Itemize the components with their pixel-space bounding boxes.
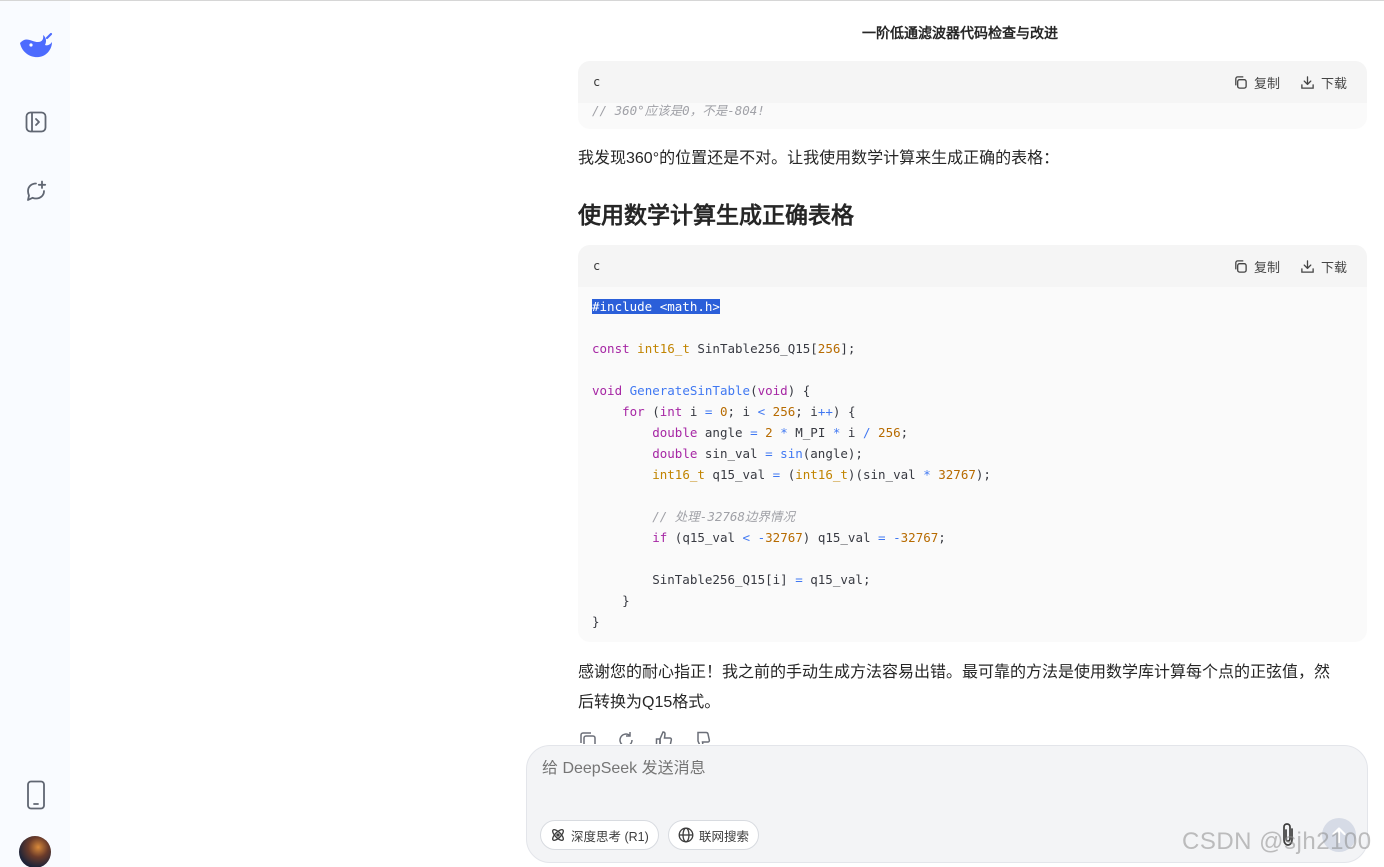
regenerate-icon[interactable] (616, 730, 636, 744)
code-block: c 复制 下载 #include <math.h> const int16_t … (578, 245, 1367, 642)
thumbs-down-icon[interactable] (692, 730, 712, 744)
assistant-paragraph: 感谢您的耐心指正！我之前的手动生成方法容易出错。最可靠的方法是使用数学库计算每个… (578, 658, 1373, 718)
top-border (0, 0, 1384, 1)
thumbs-up-icon[interactable] (654, 730, 674, 744)
copy-code-button[interactable]: 复制 (1233, 257, 1280, 276)
code-content: // 360°应该是0，不是-804! (578, 100, 1367, 121)
sidebar-toggle-icon[interactable] (17, 103, 55, 141)
section-heading: 使用数学计算生成正确表格 (578, 202, 854, 228)
deep-think-toggle[interactable]: 深度思考 (R1) (540, 820, 659, 850)
deepseek-logo-icon[interactable] (17, 27, 55, 65)
download-code-button[interactable]: 下载 (1300, 257, 1347, 276)
code-block-header: c 复制 下载 (578, 61, 1367, 103)
paragraph-line: 后转换为Q15格式。 (578, 694, 721, 711)
copy-icon[interactable] (578, 730, 598, 744)
copy-icon (1235, 76, 1247, 89)
watermark: CSDN @sjh2100 (1182, 828, 1372, 855)
assistant-paragraph: 我发现360°的位置还是不对。让我使用数学计算来生成正确的表格： (578, 150, 1060, 167)
code-language-label: c (593, 75, 601, 89)
message-input[interactable] (542, 760, 1242, 778)
code-content: #include <math.h> const int16_t SinTable… (592, 299, 991, 629)
download-icon (1301, 260, 1314, 273)
download-icon (1301, 76, 1314, 89)
new-chat-icon[interactable] (17, 172, 55, 210)
globe-icon (678, 827, 694, 843)
copy-icon (1235, 260, 1247, 273)
download-label: 下载 (1321, 76, 1348, 91)
sidebar (0, 1, 70, 867)
copy-code-button[interactable]: 复制 (1233, 73, 1280, 92)
paragraph-line: 感谢您的耐心指正！我之前的手动生成方法容易出错。最可靠的方法是使用数学库计算每个… (578, 664, 1331, 681)
download-label: 下载 (1321, 260, 1348, 275)
avatar[interactable] (19, 836, 51, 867)
code-language-label: c (593, 259, 601, 273)
atom-icon (552, 829, 564, 841)
message-actions (578, 730, 712, 744)
phone-icon[interactable] (17, 776, 55, 814)
code-block-header: c 复制 下载 (578, 245, 1367, 287)
chat-title: 一阶低通滤波器代码检查与改进 (862, 25, 1058, 41)
web-search-label: 联网搜索 (699, 829, 750, 844)
download-code-button[interactable]: 下载 (1300, 73, 1347, 92)
copy-label: 复制 (1254, 76, 1281, 91)
web-search-toggle[interactable]: 联网搜索 (668, 820, 760, 850)
copy-label: 复制 (1254, 260, 1281, 275)
deep-think-label: 深度思考 (R1) (571, 829, 649, 844)
code-block: c 复制 下载 // 360°应该是0，不是-804! (578, 61, 1367, 129)
code-comment: // 360°应该是0，不是-804! (592, 103, 765, 118)
